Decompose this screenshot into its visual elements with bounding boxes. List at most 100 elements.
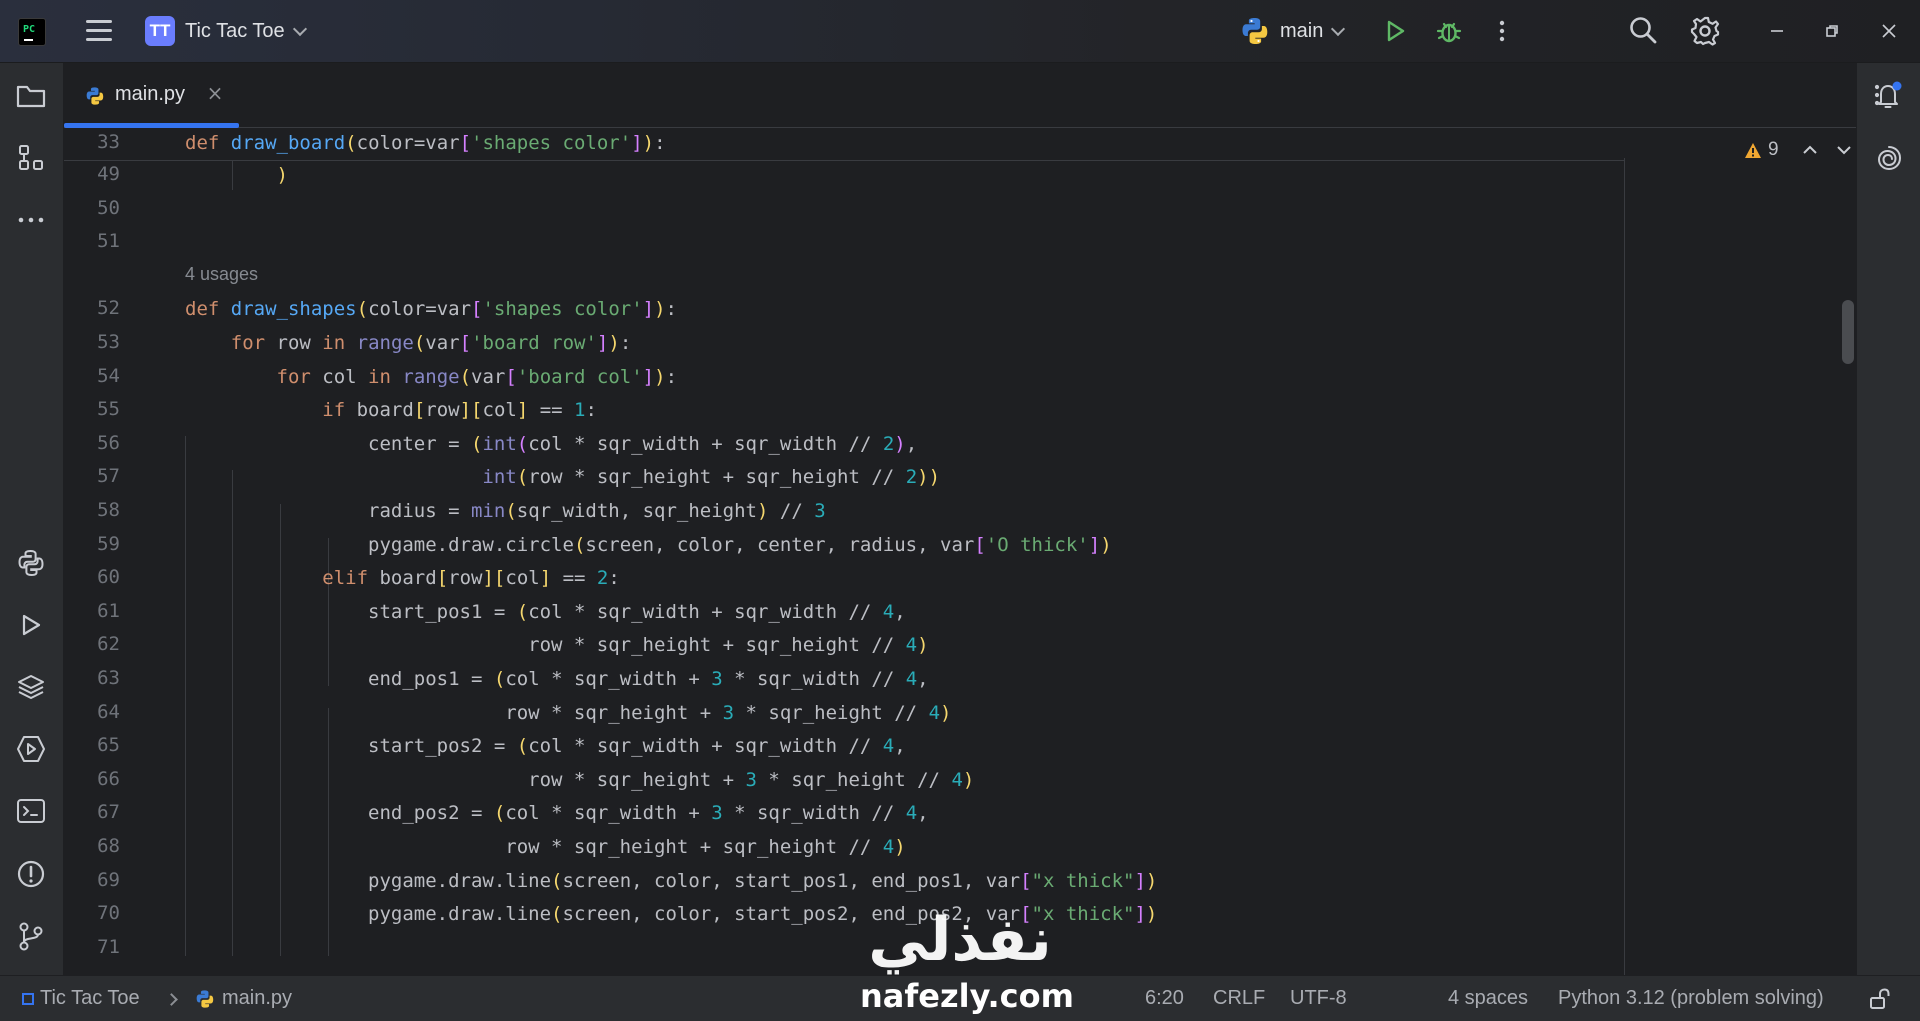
sticky-code-line: def draw_board(color=var['shapes color']… — [185, 132, 666, 154]
next-highlight-icon[interactable] — [1835, 142, 1853, 158]
warning-count: 9 — [1768, 139, 1779, 160]
caret-position[interactable]: 6:20 — [1145, 987, 1184, 1010]
services-icon — [17, 736, 45, 762]
inspection-widget[interactable]: 9 — [1744, 138, 1779, 162]
tab-label: main.py — [115, 83, 186, 105]
line-number: 58 — [97, 499, 120, 521]
usages-inlay-hint[interactable]: 4 usages — [185, 264, 258, 285]
tab-main-py[interactable]: main.py × — [64, 63, 239, 128]
project-badge: TT — [145, 16, 175, 46]
minimize-button[interactable] — [1760, 14, 1794, 48]
project-tool-button[interactable] — [12, 77, 50, 115]
file-encoding[interactable]: UTF-8 — [1290, 987, 1347, 1010]
close-window-button[interactable] — [1872, 14, 1906, 48]
code-line[interactable]: for col in range(var['board col']): — [185, 365, 678, 389]
code-line[interactable]: radius = min(sqr_width, sqr_height) // 3 — [185, 499, 826, 523]
line-number: 33 — [97, 131, 120, 153]
hamburger-icon-bar — [86, 38, 112, 41]
line-number: 62 — [97, 633, 120, 656]
debug-button[interactable] — [1434, 16, 1464, 46]
search-button[interactable] — [1627, 14, 1659, 46]
code-line[interactable]: ) — [185, 163, 288, 187]
project-name: Tic Tac Toe — [185, 19, 285, 42]
line-number: 52 — [97, 297, 120, 320]
breadcrumb-project[interactable]: Tic Tac Toe — [40, 987, 140, 1010]
code-line[interactable]: pygame.draw.circle(screen, color, center… — [185, 533, 1112, 557]
line-number: 71 — [97, 935, 120, 958]
breadcrumb-file[interactable]: main.py — [222, 987, 292, 1010]
close-icon — [1882, 24, 1896, 38]
python-interpreter[interactable]: Python 3.12 (problem solving) — [1558, 987, 1824, 1010]
unlock-icon[interactable] — [1868, 988, 1890, 1010]
code-line[interactable]: row * sqr_height + 3 * sqr_height // 4) — [185, 701, 951, 725]
structure-tool-button[interactable] — [12, 139, 50, 177]
line-number: 61 — [97, 599, 120, 622]
line-number: 59 — [97, 532, 120, 555]
sticky-scroll-header[interactable]: 33 def draw_board(color=var['shapes colo… — [64, 128, 1624, 161]
project-square-icon — [22, 993, 34, 1005]
code-line[interactable]: end_pos1 = (col * sqr_width + 3 * sqr_wi… — [185, 667, 929, 691]
code-line[interactable]: center = (int(col * sqr_width + sqr_widt… — [185, 432, 917, 456]
vertical-dots-icon — [1874, 84, 1880, 106]
chevron-right-icon — [165, 993, 178, 1006]
terminal-icon — [17, 799, 45, 823]
left-tool-window-bar — [0, 63, 64, 975]
python-file-icon — [86, 87, 104, 105]
logo-text: PC — [22, 23, 36, 35]
python-packages-tool-button[interactable] — [12, 544, 50, 582]
settings-button[interactable] — [1688, 14, 1722, 48]
code-line[interactable]: pygame.draw.line(screen, color, start_po… — [185, 902, 1157, 926]
close-tab-icon[interactable]: × — [205, 83, 225, 103]
ai-assistant-icon — [1877, 146, 1902, 171]
code-line[interactable]: for row in range(var['board row']): — [185, 331, 632, 355]
main-menu-button[interactable] — [82, 14, 116, 48]
ai-assistant-button[interactable] — [1870, 139, 1908, 177]
line-number: 67 — [97, 801, 120, 824]
line-number: 57 — [97, 465, 120, 488]
python-console-icon — [18, 549, 44, 577]
restore-icon — [1826, 25, 1838, 37]
right-margin-guide — [1624, 158, 1625, 975]
code-line[interactable]: def draw_shapes(color=var['shapes color'… — [185, 297, 677, 321]
terminal-tool-button[interactable] — [12, 792, 50, 830]
code-line[interactable]: elif board[row][col] == 2: — [185, 566, 620, 590]
line-separator[interactable]: CRLF — [1213, 987, 1265, 1010]
code-line[interactable]: start_pos2 = (col * sqr_width + sqr_widt… — [185, 734, 906, 758]
layers-tool-button[interactable] — [12, 668, 50, 706]
line-number: 64 — [97, 700, 120, 723]
project-switcher[interactable]: TT Tic Tac Toe — [145, 13, 307, 49]
editor-scrollbar-thumb[interactable] — [1842, 300, 1854, 364]
line-number: 68 — [97, 835, 120, 857]
pycharm-logo-icon[interactable]: PC — [18, 18, 46, 46]
run-tool-button[interactable] — [12, 606, 50, 644]
indent-settings[interactable]: 4 spaces — [1448, 987, 1528, 1010]
previous-highlight-icon[interactable] — [1801, 142, 1819, 158]
vertical-dots-icon — [1499, 20, 1505, 42]
code-line[interactable]: if board[row][col] == 1: — [185, 398, 597, 422]
git-tool-button[interactable] — [12, 917, 50, 955]
code-line[interactable]: row * sqr_height + sqr_height // 4) — [185, 835, 905, 859]
run-button[interactable] — [1380, 16, 1410, 46]
run-configuration-selector[interactable]: main — [1240, 13, 1346, 49]
code-editor[interactable]: ) 4 usages def draw_shapes(color=var['shap… — [64, 128, 1856, 975]
code-line[interactable]: row * sqr_height + 3 * sqr_height // 4) — [185, 768, 974, 792]
code-line[interactable]: start_pos1 = (col * sqr_width + sqr_widt… — [185, 600, 906, 624]
code-area[interactable]: ) 4 usages def draw_shapes(color=var['shap… — [64, 128, 1624, 975]
restore-button[interactable] — [1815, 14, 1849, 48]
line-number: 54 — [97, 364, 120, 387]
tab-actions-button[interactable] — [1874, 83, 1894, 107]
line-number: 69 — [97, 868, 120, 891]
services-tool-button[interactable] — [12, 730, 50, 768]
line-number: 63 — [97, 667, 120, 689]
code-line[interactable]: row * sqr_height + sqr_height // 4) — [185, 633, 928, 657]
line-number: 66 — [97, 767, 120, 790]
more-tools-button[interactable] — [12, 201, 50, 239]
line-number: 49 — [97, 163, 120, 185]
more-actions-button[interactable] — [1490, 16, 1514, 46]
code-line[interactable]: pygame.draw.line(screen, color, start_po… — [185, 869, 1157, 893]
status-bar: Tic Tac Toe main.py 6:20 CRLF UTF-8 4 sp… — [0, 975, 1920, 1021]
code-line[interactable]: int(row * sqr_height + sqr_height // 2)) — [185, 465, 940, 489]
structure-icon — [19, 145, 43, 170]
code-line[interactable]: end_pos2 = (col * sqr_width + 3 * sqr_wi… — [185, 801, 929, 825]
problems-tool-button[interactable] — [12, 855, 50, 893]
